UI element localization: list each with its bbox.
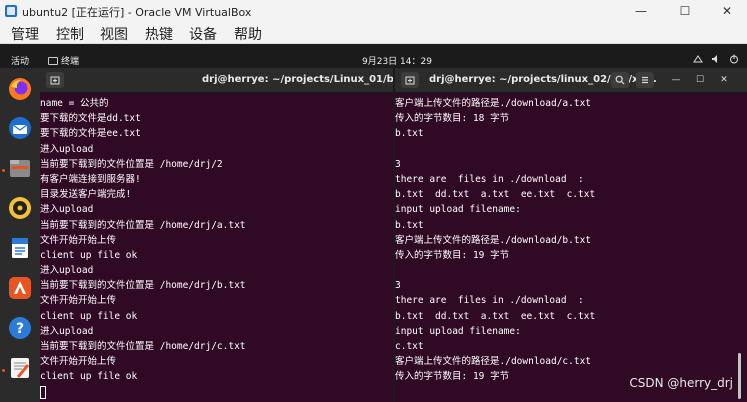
- terminal-window-left[interactable]: drj@herrye: ~/projects/Linux_01/bin/x64/…: [40, 68, 393, 402]
- terminal-line: input upload filename:: [395, 204, 521, 216]
- text-editor-icon[interactable]: [7, 355, 33, 381]
- terminal-line: 要下载的文件是ee.txt: [40, 128, 141, 140]
- terminal-line: 3: [395, 280, 401, 292]
- new-tab-button[interactable]: [401, 72, 419, 88]
- window-title: ubuntu2 [正在运行] - Oracle VM VirtualBox: [22, 6, 252, 19]
- window-titlebar: ubuntu2 [正在运行] - Oracle VM VirtualBox — …: [0, 0, 747, 22]
- terminal-header-right[interactable]: drj@herrye: ~/projects/linux_02/bin/x6..…: [395, 68, 747, 93]
- svg-text:?: ?: [16, 321, 24, 337]
- terminal-line: 进入upload: [40, 265, 94, 277]
- network-icon: [693, 55, 703, 63]
- terminal-line: 进入upload: [40, 143, 94, 155]
- terminal-line: client up file ok: [40, 249, 138, 261]
- terminal-scrollbar[interactable]: [738, 353, 741, 399]
- minimize-button[interactable]: —: [624, 2, 658, 20]
- app-menu-label: 终端: [61, 57, 80, 67]
- search-icon: [615, 75, 625, 85]
- terminal-output-left[interactable]: name = 公共的要下载的文件是dd.txt 要下载的文件是ee.txt 进入up…: [40, 96, 393, 402]
- terminal-line: 目录发送客户端完成!: [40, 189, 132, 201]
- terminal-line: client up file ok: [40, 310, 138, 322]
- terminal-line: 要下载的文件是dd.txt: [40, 113, 141, 125]
- minimize-terminal-button[interactable]: —: [667, 72, 685, 88]
- terminal-line: 客户端上传文件的路径是./download/c.txt: [395, 356, 592, 368]
- app-menu[interactable]: 终端: [48, 54, 79, 67]
- running-indicator: [2, 169, 5, 172]
- system-status-area[interactable]: [693, 54, 739, 64]
- terminal-line: input upload filename:: [395, 325, 521, 337]
- terminal-line: 文件开始开始上传: [40, 295, 117, 307]
- menu-control[interactable]: 控制: [56, 24, 84, 44]
- terminal-line: 文件开始开始上传: [40, 356, 117, 368]
- activities-button[interactable]: 活动: [11, 54, 29, 67]
- new-tab-button[interactable]: [46, 72, 64, 88]
- terminal-line: b.txt dd.txt a.txt ee.txt c.txt: [395, 189, 596, 201]
- virtualbox-logo-icon: [5, 5, 17, 17]
- app-center-icon[interactable]: [7, 275, 33, 301]
- menu-view[interactable]: 视图: [100, 24, 128, 44]
- terminal-output-right[interactable]: 客户端上传文件的路径是./download/a.txt 传入的字节数目: 18 字…: [395, 96, 747, 402]
- terminal-line: client up file ok: [40, 371, 138, 383]
- terminal-line: name = 公共的: [40, 98, 109, 109]
- close-terminal-button[interactable]: ✕: [715, 72, 733, 88]
- power-icon: [730, 54, 738, 64]
- terminal-line: 传入的字节数目: 19 字节: [395, 249, 510, 261]
- terminal-line: 当前要下载到的文件位置是 /home/drj/c.txt: [40, 341, 246, 352]
- terminal-line: there are files in ./download :: [395, 173, 584, 185]
- terminal-line: there are files in ./download :: [395, 295, 584, 307]
- terminal-icon: [48, 56, 58, 65]
- terminal-title-left: drj@herrye: ~/projects/Linux_01/bin/x64/…: [202, 74, 393, 85]
- terminal-prompt-line: [40, 385, 393, 400]
- clock[interactable]: 9月23日 14：29: [362, 54, 432, 67]
- close-button[interactable]: ✕: [710, 2, 744, 20]
- search-button[interactable]: [611, 72, 629, 88]
- terminal-line: 传入的字节数目: 18 字节: [395, 113, 510, 125]
- new-tab-icon: [50, 76, 60, 85]
- files-icon[interactable]: [7, 155, 33, 181]
- terminal-line: 有客户端连接到服务器!: [40, 173, 141, 185]
- writer-icon[interactable]: [7, 235, 33, 261]
- menu-manage[interactable]: 管理: [11, 24, 39, 44]
- gnome-top-bar: 活动 终端 9月23日 14：29: [0, 52, 747, 68]
- thunderbird-icon[interactable]: [7, 115, 33, 141]
- rhythmbox-icon[interactable]: [7, 195, 33, 221]
- terminal-line: b.txt dd.txt a.txt ee.txt c.txt: [395, 310, 596, 322]
- menu-hotkeys[interactable]: 热键: [145, 24, 173, 44]
- terminal-header-left[interactable]: drj@herrye: ~/projects/Linux_01/bin/x64/…: [40, 68, 393, 93]
- terminal-line: 3: [395, 158, 401, 170]
- terminal-line: 当前要下载到的文件位置是 /home/drj/2: [40, 158, 223, 170]
- menu-button[interactable]: [636, 72, 654, 88]
- watermark: CSDN @herry_drj: [629, 376, 733, 390]
- terminal-line: 客户端上传文件的路径是./download/b.txt: [395, 234, 592, 246]
- terminal-line: 当前要下载到的文件位置是 /home/drj/b.txt: [40, 280, 246, 292]
- dock: ?: [0, 68, 40, 402]
- terminal-window-right[interactable]: drj@herrye: ~/projects/linux_02/bin/x6..…: [395, 68, 747, 402]
- new-tab-icon: [405, 76, 415, 85]
- terminal-line: 当前要下载到的文件位置是 /home/drj/a.txt: [40, 219, 246, 231]
- terminal-line: 进入upload: [40, 204, 94, 216]
- terminal-line: c.txt: [395, 341, 424, 352]
- running-indicator: [2, 369, 5, 372]
- terminal-line: 进入upload: [40, 325, 94, 337]
- help-icon[interactable]: ?: [7, 315, 33, 341]
- terminal-line: 客户端上传文件的路径是./download/a.txt: [395, 98, 592, 109]
- menu-devices[interactable]: 设备: [189, 24, 217, 44]
- terminal-line: 文件开始开始上传: [40, 234, 117, 246]
- menu-bar: 管理 控制 视图 热键 设备 帮助: [0, 22, 747, 44]
- terminal-line: b.txt: [395, 219, 424, 231]
- firefox-icon[interactable]: [7, 76, 33, 102]
- text-cursor: [40, 385, 46, 399]
- guest-screen-border: [0, 44, 747, 52]
- maximize-button[interactable]: ☐: [668, 2, 702, 20]
- menu-help[interactable]: 帮助: [234, 24, 262, 44]
- terminal-line: b.txt: [395, 128, 424, 140]
- volume-icon: [712, 55, 717, 63]
- maximize-terminal-button[interactable]: ☐: [691, 72, 709, 88]
- hamburger-menu-icon: [642, 76, 648, 84]
